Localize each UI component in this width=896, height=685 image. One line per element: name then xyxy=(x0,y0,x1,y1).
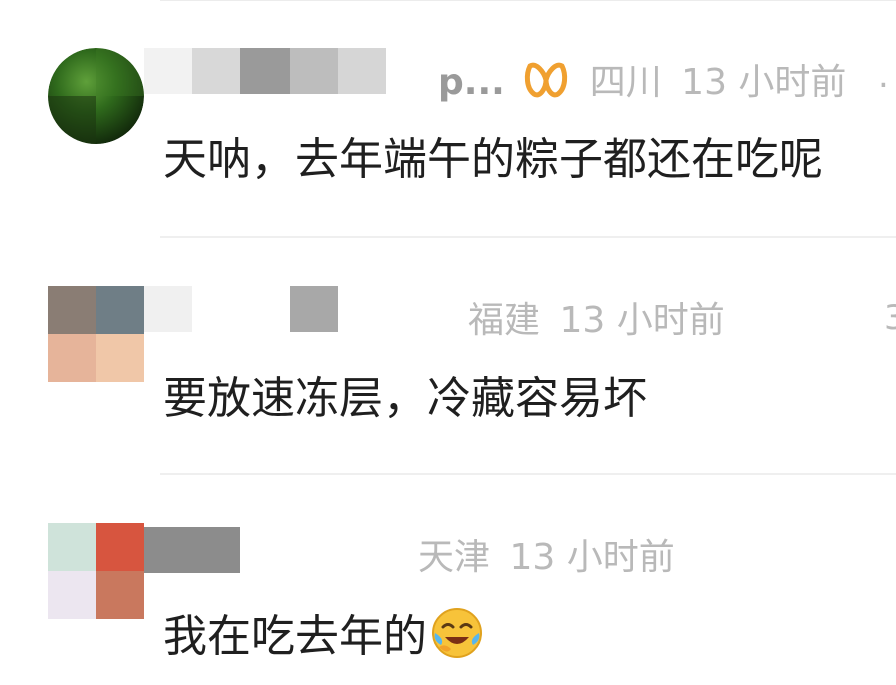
comment-text: 要放速冻层，冷藏容易坏 xyxy=(163,373,647,424)
location-label: 天津 xyxy=(418,537,491,578)
orange-ribbon-badge-icon xyxy=(525,62,568,98)
location-label: 福建 xyxy=(468,300,541,341)
comment-item[interactable]: 福建 13 小时前 3 要放速冻层，冷藏容易坏 xyxy=(0,238,896,474)
time-label: 13 小时前 xyxy=(559,300,725,341)
comment-text: 我在吃去年的 xyxy=(163,607,483,665)
avatar[interactable] xyxy=(48,523,144,619)
comment-text-content: 我在吃去年的 xyxy=(163,611,427,662)
comment-meta: 天津 13 小时前 xyxy=(418,535,675,581)
username-blurred[interactable] xyxy=(144,48,386,94)
right-overflow-text: . xyxy=(878,56,889,96)
crying-laughing-emoji-icon xyxy=(432,608,482,658)
comment-item[interactable]: 天津 13 小时前 我在吃去年的 xyxy=(0,475,896,685)
avatar[interactable] xyxy=(48,48,144,144)
right-overflow-text: 3 xyxy=(884,298,896,338)
time-label: 13 小时前 xyxy=(681,62,847,103)
comment-meta: p... 四川 13 小时前 xyxy=(438,60,846,106)
time-label: 13 小时前 xyxy=(509,537,675,578)
avatar-image xyxy=(48,48,144,144)
comment-list: p... 四川 13 小时前 . 天呐，去年端午的粽子都还在吃呢 福建 13 小… xyxy=(0,0,896,685)
username-blurred[interactable] xyxy=(144,527,240,573)
username-tail: p... xyxy=(438,62,505,103)
comment-meta: 福建 13 小时前 xyxy=(468,298,725,344)
avatar[interactable] xyxy=(48,286,144,382)
username-blurred[interactable] xyxy=(144,286,338,332)
comment-text: 天呐，去年端午的粽子都还在吃呢 xyxy=(163,134,823,185)
comment-item[interactable]: p... 四川 13 小时前 . 天呐，去年端午的粽子都还在吃呢 xyxy=(0,0,896,236)
location-label: 四川 xyxy=(589,62,662,103)
